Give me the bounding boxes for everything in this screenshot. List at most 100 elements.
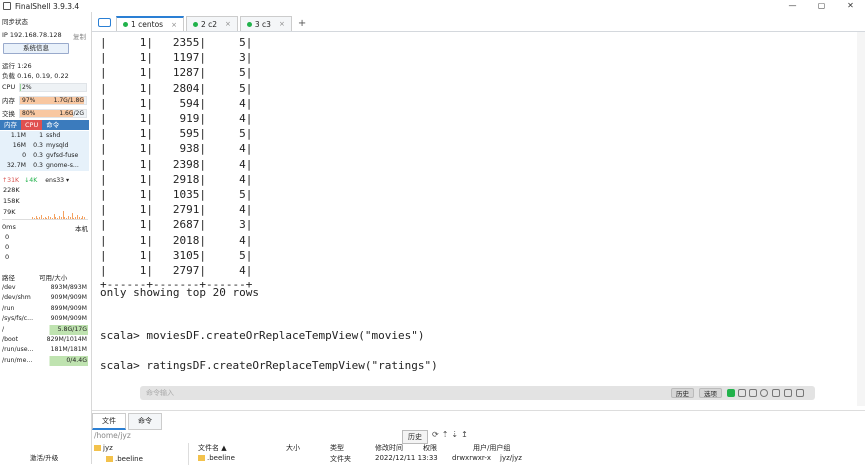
disk-path: /boot [2, 336, 19, 343]
terminal-table-row: | 1| 2398| 4| [100, 157, 253, 171]
minimize-button[interactable]: — [778, 0, 807, 12]
close-tab-icon[interactable]: × [225, 20, 231, 28]
close-tab-icon[interactable]: × [279, 20, 285, 28]
col-name[interactable]: 文件名 ▲ [198, 443, 286, 453]
terminal-command: scala> moviesDF.createOrReplaceTempView(… [100, 329, 425, 342]
terminal-table-row: | 1| 919| 4| [100, 112, 253, 125]
terminal-table-row: | 1| 2018| 4| [100, 233, 253, 247]
refresh-icon[interactable]: ⟳ [432, 430, 439, 439]
col-mtime[interactable]: 修改时间 [375, 443, 423, 453]
up-folder-icon[interactable]: ↥ [461, 430, 468, 439]
window-controls: — ▢ ✕ [778, 0, 865, 12]
terminal-table-row: | 1| 2918| 4| [100, 172, 253, 186]
memory-percent: 97% [22, 96, 36, 104]
tree-item[interactable]: jyz [94, 444, 113, 452]
download-icon[interactable] [784, 389, 792, 397]
send-icon[interactable] [727, 389, 735, 397]
tab-process-memory[interactable]: 内存 [0, 120, 21, 130]
tab-label: 1 centos [131, 20, 164, 29]
col-perm[interactable]: 权限 [423, 443, 473, 453]
swap-meter: 交换 80% 1.6G/2G [2, 108, 87, 118]
upgrade-link[interactable]: 激活/升级 [30, 452, 58, 462]
file-toolbar: ⟳ ⇡ ⇣ ↥ [432, 430, 468, 439]
process-row[interactable]: 32.7M 0.3 gnome-s... [0, 161, 89, 171]
disk-row[interactable]: /run/use... 181M/181M [2, 345, 88, 355]
copy-icon[interactable] [738, 389, 746, 397]
process-mem: 32.7M [6, 162, 26, 169]
maximize-button[interactable]: ▢ [807, 0, 836, 12]
history-button[interactable]: 历史 [671, 388, 694, 398]
paste-icon[interactable] [749, 389, 757, 397]
terminal-table-row: | 1| 2355| 5| [100, 36, 253, 49]
copy-ip-button[interactable]: 复制 [73, 31, 86, 41]
terminal-command: scala> ratingsDF.createOrReplaceTempView… [100, 359, 438, 372]
disk-row[interactable]: /run/me... 0/4.4G [2, 355, 88, 366]
terminal-table-row: | 1| 3105| 5| [100, 248, 253, 262]
tree-label: .beeline [115, 455, 143, 463]
tab-commands[interactable]: 命令 [128, 413, 162, 430]
col-owner[interactable]: 用户/用户组 [473, 443, 510, 453]
file-table-header: 文件名 ▲ 大小 类型 修改时间 权限 用户/用户组 [198, 443, 510, 453]
menu-icon[interactable] [796, 389, 804, 397]
col-type[interactable]: 类型 [330, 443, 375, 453]
command-input[interactable]: 命令输入 历史 选项 [140, 386, 815, 400]
app-title: FinalShell 3.9.3.4 [15, 1, 80, 11]
search-icon[interactable] [760, 389, 768, 397]
disk-row[interactable]: / 5.8G/17G [2, 324, 88, 335]
network-spark-bar [84, 217, 86, 219]
terminal-table-row: | 1| 1035| 5| [100, 188, 253, 201]
disk-row[interactable]: /dev 893M/893M [2, 283, 88, 293]
terminal-footer-text: only showing top 20 rows [100, 286, 259, 299]
process-name: gvfsd-fuse [46, 152, 79, 159]
file-type: 文件夹 [330, 455, 351, 463]
disk-size: 829M/1014M [46, 336, 87, 343]
disk-path: /run/me... [2, 356, 33, 364]
download-icon[interactable]: ⇣ [451, 430, 458, 439]
connected-dot-icon [246, 21, 252, 27]
disk-path: /run/use... [2, 346, 34, 354]
add-tab-button[interactable]: + [298, 16, 306, 31]
tab-session-3[interactable]: 3 c3 × [239, 16, 292, 31]
net-interface-select[interactable]: ens33 ▾ [45, 177, 69, 184]
disk-size: 181M/181M [50, 346, 87, 354]
terminal-table-row: | 1| 1197| 3| [100, 51, 253, 65]
process-row[interactable]: 0 0.3 gvfsd-fuse [0, 151, 89, 161]
terminal-scrollbar[interactable] [857, 32, 865, 406]
disk-row[interactable]: /dev/shm 909M/909M [2, 293, 88, 303]
title-bar: FinalShell 3.9.3.4 — ▢ ✕ [0, 0, 865, 12]
directory-tree: jyz .beeline [92, 443, 189, 465]
folder-icon [94, 445, 101, 451]
tab-process-cpu[interactable]: CPU [21, 120, 43, 130]
disk-row[interactable]: /sys/fs/c... 909M/909M [2, 314, 88, 324]
system-info-button[interactable]: 系统信息 [3, 43, 69, 54]
tab-process-command[interactable]: 命令 [42, 120, 63, 130]
terminal-table-row: | 1| 2797| 4| [100, 264, 253, 277]
folder-icon[interactable] [94, 13, 114, 31]
col-size[interactable]: 大小 [286, 443, 330, 453]
command-input-placeholder: 命令输入 [146, 389, 174, 397]
settings-icon[interactable] [772, 389, 780, 397]
upload-icon[interactable]: ⇡ [442, 430, 449, 439]
tree-item[interactable]: .beeline [106, 455, 143, 463]
disk-row[interactable]: /run 899M/909M [2, 304, 88, 314]
file-row[interactable]: .beeline 文件夹 2022/12/11 13:33 drwxrwxr-x… [198, 454, 522, 464]
path-input[interactable]: /home/jyz [94, 431, 131, 440]
process-name: sshd [46, 132, 61, 139]
process-mem: 0 [22, 152, 26, 159]
file-panel: 文件 命令 /home/jyz 历史 ⟳ ⇡ ⇣ ↥ jyz .beeline … [92, 410, 865, 465]
sync-status[interactable]: 同步状态 [2, 16, 28, 26]
tab-files[interactable]: 文件 [92, 413, 126, 430]
process-row[interactable]: 16M 0.3 mysqld [0, 141, 89, 151]
folder-icon [106, 456, 113, 462]
tab-session-1[interactable]: 1 centos × [116, 16, 184, 31]
options-button[interactable]: 选项 [699, 388, 722, 398]
disk-row[interactable]: /boot 829M/1014M [2, 335, 88, 345]
tab-session-2[interactable]: 2 c2 × [185, 16, 238, 31]
process-row[interactable]: 1.1M 1 sshd [0, 131, 89, 141]
path-history-button[interactable]: 历史 [402, 430, 428, 444]
terminal[interactable]: +------+-------+------+ only showing top… [92, 32, 865, 406]
close-button[interactable]: ✕ [836, 0, 865, 12]
connected-dot-icon [123, 22, 128, 27]
ping-host: 本机 [75, 225, 88, 233]
close-tab-icon[interactable]: × [171, 21, 177, 29]
